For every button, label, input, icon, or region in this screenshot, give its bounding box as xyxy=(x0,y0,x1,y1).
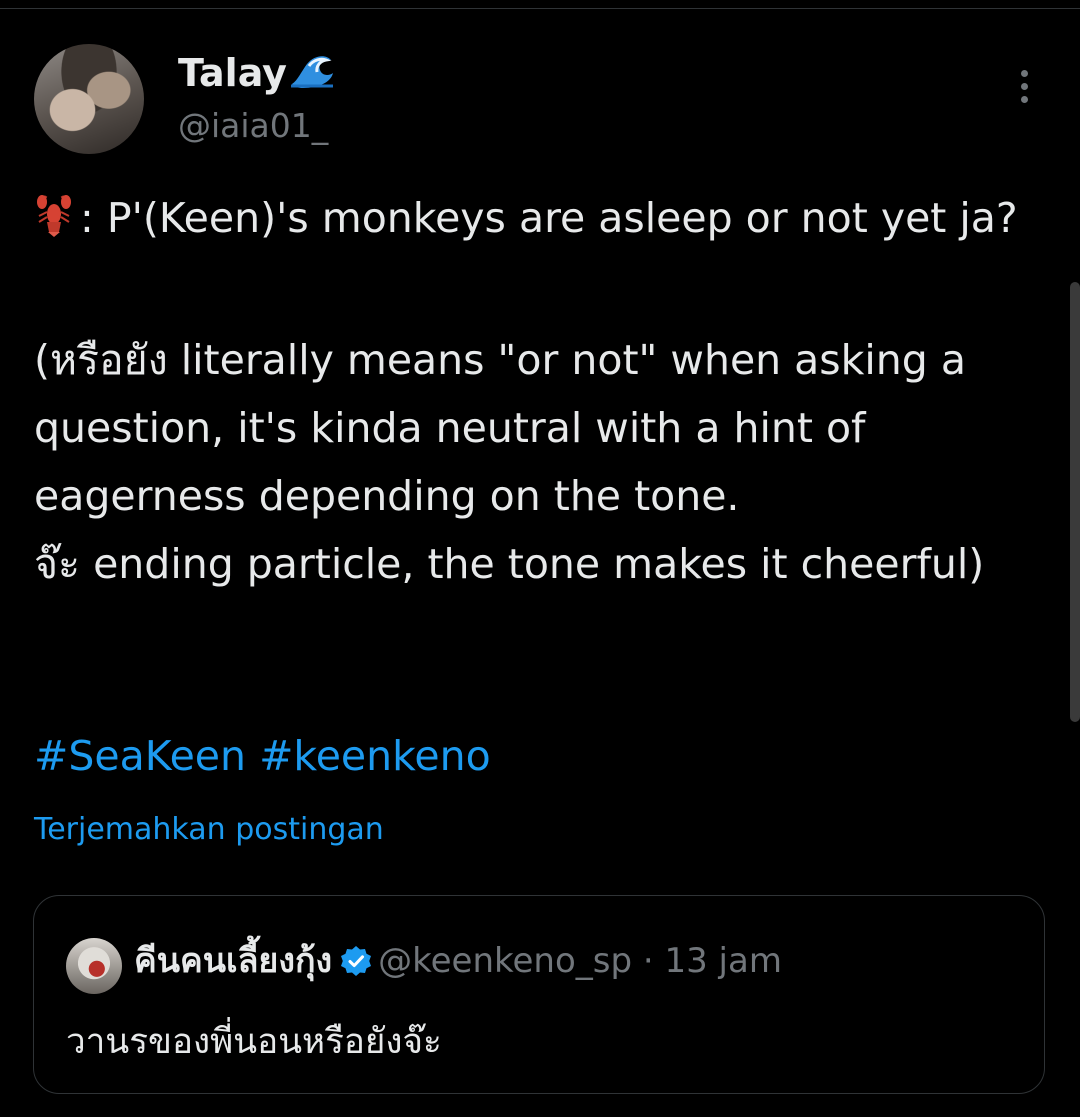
top-divider xyxy=(0,8,1080,9)
author-avatar[interactable] xyxy=(34,44,144,154)
scrollbar[interactable] xyxy=(1070,282,1080,722)
quoted-author-handle[interactable]: @keenkeno_sp xyxy=(378,941,632,981)
quoted-post-time[interactable]: 13 jam xyxy=(664,941,781,981)
quoted-author-avatar[interactable] xyxy=(66,938,122,994)
quoted-author-name[interactable]: คีนคนเลี้ยงกุ้ง xyxy=(134,941,332,981)
quoted-post-header: คีนคนเลี้ยงกุ้ง @keenkeno_sp · 13 jam xyxy=(134,936,782,991)
author-name-text: Talay xyxy=(178,51,287,95)
wave-icon xyxy=(289,50,335,99)
lobster-icon xyxy=(34,190,74,258)
author-display-name[interactable]: Talay xyxy=(178,50,335,99)
verified-badge-icon xyxy=(340,941,372,991)
hashtags: #SeaKeen #keenkeno xyxy=(34,722,491,790)
quoted-post-card[interactable]: คีนคนเลี้ยงกุ้ง @keenkeno_sp · 13 jam วา… xyxy=(33,895,1045,1094)
translate-post-link[interactable]: Terjemahkan postingan xyxy=(34,812,384,847)
hashtag-keenkeno[interactable]: #keenkeno xyxy=(259,732,491,780)
post-text-line-1: : P'(Keen)'s monkeys are asleep or not y… xyxy=(80,194,1018,242)
quoted-post-text: วานรของพี่นอนหรือยังจ๊ะ xyxy=(66,1022,442,1062)
more-icon[interactable] xyxy=(1012,70,1036,110)
post-text: : P'(Keen)'s monkeys are asleep or not y… xyxy=(34,184,1054,598)
author-handle[interactable]: @iaia01_ xyxy=(178,106,328,145)
post-text-body: (หรือยัง literally means "or not" when a… xyxy=(34,336,985,588)
hashtag-seakeen[interactable]: #SeaKeen xyxy=(34,732,246,780)
meta-separator: · xyxy=(642,941,654,981)
